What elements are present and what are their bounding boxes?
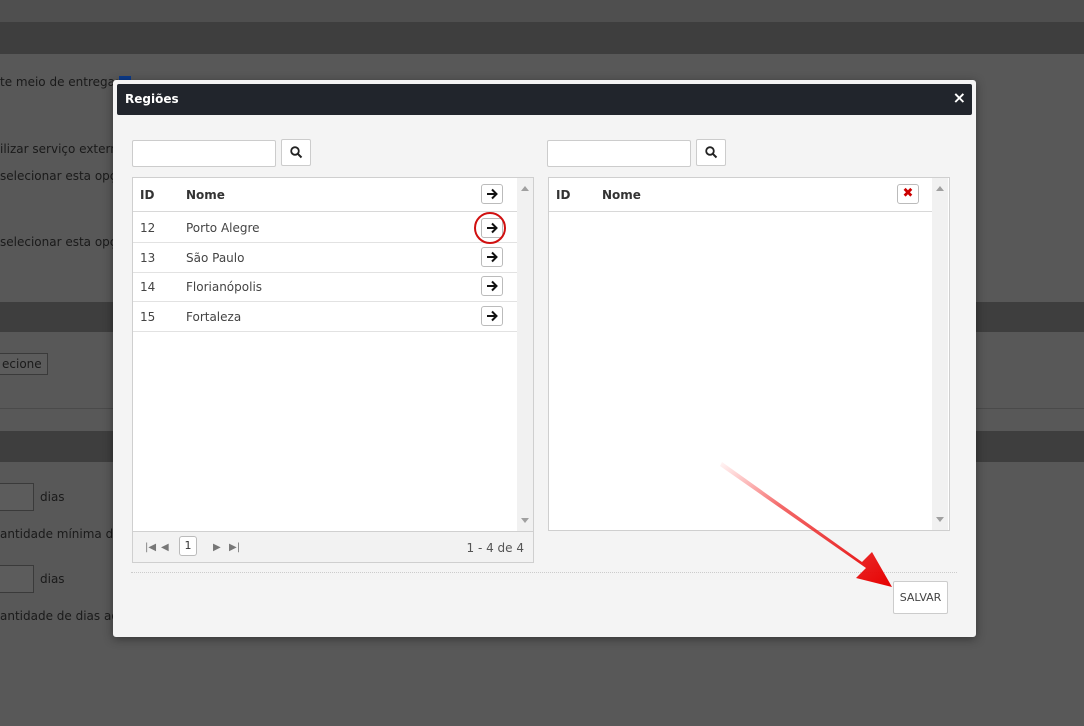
left-search-button[interactable]: [281, 139, 311, 166]
modal-header: Regiões ×: [117, 84, 972, 115]
add-region-button[interactable]: [481, 218, 503, 238]
close-icon[interactable]: ×: [953, 88, 966, 108]
scroll-up-icon[interactable]: [936, 186, 944, 191]
prev-page-icon[interactable]: ◀: [161, 542, 169, 553]
search-icon: [705, 146, 718, 159]
bg-additional-days-text: antidade de dias adic: [0, 609, 129, 623]
cell-id: 15: [140, 310, 156, 324]
bg-top-bar: [0, 0, 1084, 22]
search-icon: [290, 146, 303, 159]
cell-name: Porto Alegre: [186, 221, 260, 235]
vertical-scrollbar[interactable]: [932, 178, 948, 530]
table-row[interactable]: 13 São Paulo: [133, 243, 517, 273]
bg-min-quantity-text: antidade mínima de: [0, 527, 121, 541]
arrow-right-icon: [487, 222, 498, 234]
grid-header: ID Nome: [133, 178, 517, 212]
save-button[interactable]: SALVAR: [893, 581, 948, 614]
footer-divider: [131, 572, 957, 573]
arrow-right-icon: [487, 251, 498, 263]
column-header-id[interactable]: ID: [556, 188, 570, 202]
grid-pager: |◀ ◀ 1 ▶ ▶| 1 - 4 de 4: [133, 531, 533, 562]
bg-select-button[interactable]: ecione: [0, 353, 48, 375]
cell-id: 13: [140, 251, 156, 265]
add-region-button[interactable]: [481, 276, 503, 296]
table-row[interactable]: 14 Florianópolis: [133, 272, 517, 302]
arrow-right-icon: [487, 188, 498, 200]
arrow-right-icon: [487, 280, 498, 292]
bg-days-label: dias: [40, 572, 65, 586]
current-page[interactable]: 1: [179, 536, 197, 556]
cell-id: 12: [140, 221, 156, 235]
cell-name: Fortaleza: [186, 310, 242, 324]
right-search-input[interactable]: [547, 140, 691, 167]
pager-info: 1 - 4 de 4: [466, 541, 525, 555]
bg-external-service-text: ilizar serviço externo: [0, 142, 126, 156]
add-region-button[interactable]: [481, 306, 503, 326]
bg-select-option-text: selecionar esta opçã: [0, 169, 124, 183]
cell-id: 14: [140, 280, 156, 294]
column-header-nome[interactable]: Nome: [186, 188, 225, 202]
table-row[interactable]: 15 Fortaleza: [133, 302, 517, 332]
cell-name: São Paulo: [186, 251, 245, 265]
add-all-button[interactable]: [481, 184, 503, 204]
next-page-icon[interactable]: ▶: [213, 542, 221, 553]
selected-regions-grid: ID Nome ✖: [548, 177, 950, 531]
vertical-scrollbar[interactable]: [517, 178, 533, 531]
add-region-button[interactable]: [481, 247, 503, 267]
bg-section-header: [0, 22, 1084, 54]
regions-modal: Regiões × ID Nome 12 Porto Alegre 13 São…: [113, 80, 976, 637]
bg-days-input[interactable]: [0, 565, 34, 593]
scroll-up-icon[interactable]: [521, 186, 529, 191]
arrow-right-icon: [487, 310, 498, 322]
scroll-down-icon[interactable]: [936, 517, 944, 522]
remove-all-button[interactable]: ✖: [897, 184, 919, 204]
table-row[interactable]: 12 Porto Alegre: [133, 213, 517, 243]
bg-select-option-text: selecionar esta opçã: [0, 235, 124, 249]
modal-title: Regiões: [125, 92, 179, 106]
right-search-button[interactable]: [696, 139, 726, 166]
cell-name: Florianópolis: [186, 280, 263, 294]
left-search-input[interactable]: [132, 140, 276, 167]
first-page-icon[interactable]: |◀: [145, 542, 156, 553]
scroll-down-icon[interactable]: [521, 518, 529, 523]
bg-delivery-label: te meio de entrega:: [0, 75, 120, 89]
available-regions-grid: ID Nome 12 Porto Alegre 13 São Paulo 14 …: [132, 177, 534, 563]
last-page-icon[interactable]: ▶|: [229, 542, 240, 553]
bg-days-label: dias: [40, 490, 65, 504]
column-header-id[interactable]: ID: [140, 188, 154, 202]
grid-header: ID Nome ✖: [549, 178, 932, 212]
column-header-nome[interactable]: Nome: [602, 188, 641, 202]
bg-days-input[interactable]: [0, 483, 34, 511]
